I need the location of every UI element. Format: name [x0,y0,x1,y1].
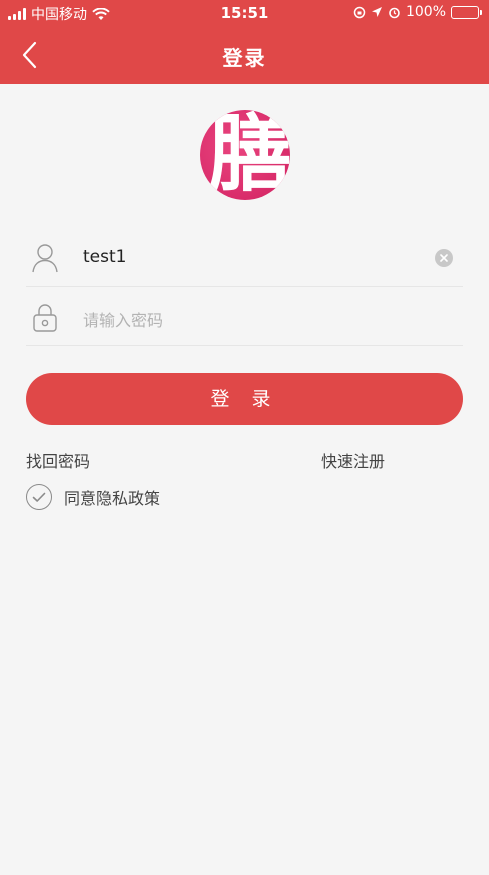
rotation-lock-icon [353,6,366,18]
logo-char: 膳 [208,110,290,200]
password-placeholder: 请输入密码 [83,311,164,330]
nav-bar: 登录 [0,28,489,84]
wifi-icon [92,7,110,20]
status-right: 100% [353,4,482,20]
top-bar: 中国移动 15:51 100% 登录 [0,0,489,84]
user-icon [32,244,58,273]
status-bar: 中国移动 15:51 100% [0,0,489,28]
privacy-label: 同意隐私政策 [64,489,161,508]
username-value: test1 [83,247,127,267]
checkmark-icon[interactable] [26,484,52,510]
alarm-icon [389,7,400,18]
battery-icon [451,5,482,19]
forgot-password-link[interactable]: 找回密码 [26,448,90,472]
quick-register-link[interactable]: 快速注册 [321,448,385,472]
app-logo: 膳 [200,110,290,200]
privacy-agreement[interactable]: 同意隐私政策 [26,484,160,510]
carrier-label: 中国移动 [31,7,87,23]
clear-input-button[interactable] [435,249,453,267]
password-field[interactable]: 请输入密码 [26,288,463,346]
status-left: 中国移动 [8,4,110,24]
page-title: 登录 [222,46,267,70]
signal-icon [8,8,26,20]
username-field[interactable]: test1 [26,229,463,287]
battery-percent: 100% [405,4,446,20]
login-button[interactable]: 登 录 [26,373,463,425]
close-icon [440,254,448,262]
location-icon [371,7,382,17]
lock-icon [33,304,57,332]
